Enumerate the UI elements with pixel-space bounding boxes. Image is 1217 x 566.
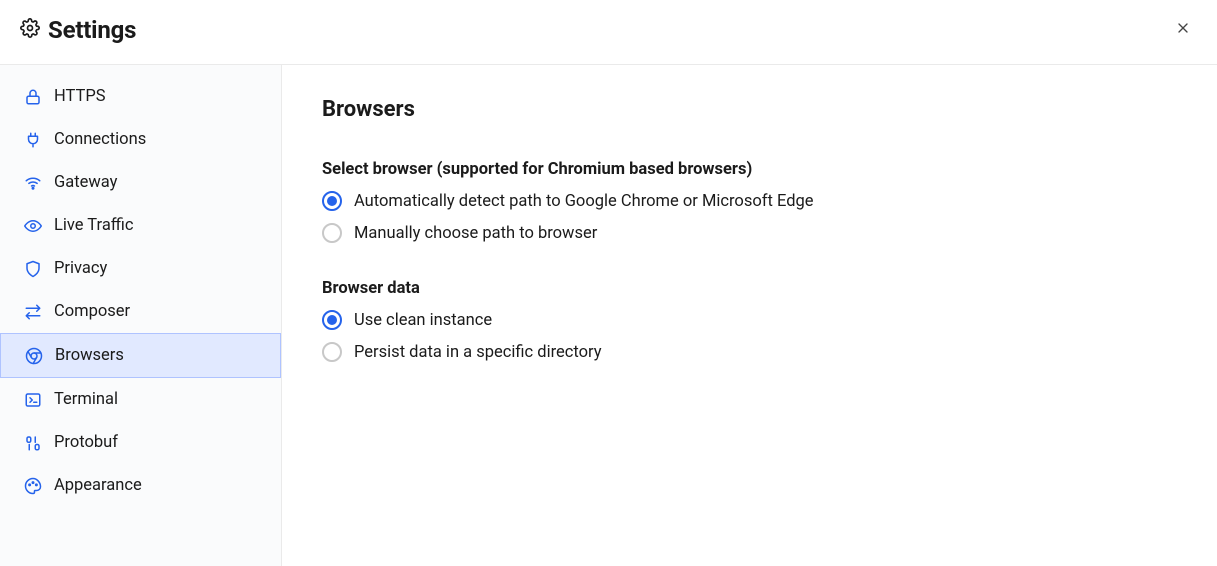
swap-icon bbox=[24, 303, 42, 321]
sidebar-item-label: Terminal bbox=[54, 390, 118, 409]
radio-indicator bbox=[322, 342, 342, 362]
lock-icon bbox=[24, 88, 42, 106]
sidebar-item-browsers[interactable]: Browsers bbox=[0, 333, 281, 378]
radio-clean-instance[interactable]: Use clean instance bbox=[322, 310, 1177, 330]
sidebar-item-label: Composer bbox=[54, 302, 130, 321]
radio-label: Persist data in a specific directory bbox=[354, 343, 602, 362]
radio-label: Use clean instance bbox=[354, 311, 492, 330]
section-label: Select browser (supported for Chromium b… bbox=[322, 160, 1177, 179]
sidebar-item-appearance[interactable]: Appearance bbox=[0, 464, 281, 507]
content-heading: Browsers bbox=[322, 97, 1177, 122]
gear-icon bbox=[20, 18, 40, 42]
content: Browsers Select browser (supported for C… bbox=[281, 65, 1217, 566]
sidebar: HTTPS Connections Gateway Live Traffic bbox=[0, 65, 281, 566]
sidebar-item-https[interactable]: HTTPS bbox=[0, 75, 281, 118]
sidebar-item-label: Live Traffic bbox=[54, 216, 134, 235]
radio-label: Automatically detect path to Google Chro… bbox=[354, 192, 814, 211]
shield-icon bbox=[24, 260, 42, 278]
titlebar-left: Settings bbox=[20, 16, 136, 44]
sidebar-item-privacy[interactable]: Privacy bbox=[0, 247, 281, 290]
radio-persist-dir[interactable]: Persist data in a specific directory bbox=[322, 342, 1177, 362]
sidebar-item-label: Connections bbox=[54, 130, 146, 149]
chrome-icon bbox=[25, 347, 43, 365]
close-button[interactable] bbox=[1167, 14, 1199, 46]
sidebar-item-label: HTTPS bbox=[54, 87, 106, 106]
section-select-browser: Select browser (supported for Chromium b… bbox=[322, 160, 1177, 243]
page-title: Settings bbox=[48, 16, 136, 44]
binary-icon bbox=[24, 434, 42, 452]
sidebar-item-label: Privacy bbox=[54, 259, 107, 278]
section-browser-data: Browser data Use clean instance Persist … bbox=[322, 279, 1177, 362]
sidebar-item-connections[interactable]: Connections bbox=[0, 118, 281, 161]
plug-icon bbox=[24, 131, 42, 149]
radio-label: Manually choose path to browser bbox=[354, 224, 597, 243]
sidebar-item-gateway[interactable]: Gateway bbox=[0, 161, 281, 204]
eye-icon bbox=[24, 217, 42, 235]
titlebar: Settings bbox=[0, 0, 1217, 65]
palette-icon bbox=[24, 477, 42, 495]
sidebar-item-label: Browsers bbox=[55, 346, 124, 365]
sidebar-item-label: Appearance bbox=[54, 476, 142, 495]
sidebar-item-label: Protobuf bbox=[54, 433, 118, 452]
sidebar-item-terminal[interactable]: Terminal bbox=[0, 378, 281, 421]
radio-auto-detect[interactable]: Automatically detect path to Google Chro… bbox=[322, 191, 1177, 211]
sidebar-item-composer[interactable]: Composer bbox=[0, 290, 281, 333]
radio-manual-path[interactable]: Manually choose path to browser bbox=[322, 223, 1177, 243]
wifi-icon bbox=[24, 174, 42, 192]
terminal-icon bbox=[24, 391, 42, 409]
body: HTTPS Connections Gateway Live Traffic bbox=[0, 65, 1217, 566]
radio-indicator bbox=[322, 191, 342, 211]
radio-indicator bbox=[322, 223, 342, 243]
sidebar-item-live-traffic[interactable]: Live Traffic bbox=[0, 204, 281, 247]
sidebar-item-label: Gateway bbox=[54, 173, 117, 192]
sidebar-item-protobuf[interactable]: Protobuf bbox=[0, 421, 281, 464]
section-label: Browser data bbox=[322, 279, 1177, 298]
settings-window: Settings HTTPS Connections bbox=[0, 0, 1217, 566]
radio-indicator bbox=[322, 310, 342, 330]
close-icon bbox=[1175, 20, 1191, 40]
